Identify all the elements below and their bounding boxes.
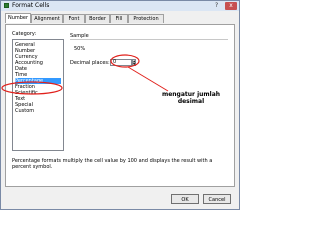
annotation-text: mengatur jumlah desimal <box>156 91 226 105</box>
format-cells-dialog: Format Cells ? x Number Alignment Font B… <box>0 0 240 210</box>
sample-value: 50% <box>74 46 86 52</box>
tab-number[interactable]: Number <box>5 13 31 23</box>
tab-fill[interactable]: Fill <box>110 14 128 23</box>
number-tab-panel: Category: General Number Currency Accoun… <box>5 24 235 187</box>
tab-protection[interactable]: Protection <box>128 14 164 23</box>
category-listbox[interactable]: General Number Currency Accounting Date … <box>12 39 64 151</box>
ok-button[interactable]: OK <box>171 194 199 204</box>
window-title: Format Cells <box>12 2 50 9</box>
cancel-button[interactable]: Cancel <box>203 194 231 204</box>
title-bar[interactable]: Format Cells ? x <box>1 1 239 11</box>
decimal-places-input[interactable]: 0 <box>110 59 132 66</box>
tab-border[interactable]: Border <box>85 14 110 23</box>
tab-font[interactable]: Font <box>63 14 85 23</box>
format-description: Percentage formats multiply the cell val… <box>12 158 213 170</box>
tab-alignment[interactable]: Alignment <box>31 14 63 23</box>
annotation-line-2: desimal <box>177 98 205 105</box>
close-button[interactable]: x <box>225 2 237 10</box>
spin-down-icon[interactable]: ▼ <box>133 62 135 66</box>
category-label: Category: <box>12 31 37 37</box>
decimal-places-spinner[interactable]: ▲ ▼ <box>132 59 136 66</box>
sample-divider <box>70 39 228 40</box>
decimal-places-label: Decimal places: <box>70 60 110 66</box>
annotation-line-1: mengatur jumlah <box>161 91 221 98</box>
help-button[interactable]: ? <box>215 2 218 9</box>
excel-icon <box>4 3 9 8</box>
category-item-custom[interactable]: Custom <box>15 108 61 114</box>
